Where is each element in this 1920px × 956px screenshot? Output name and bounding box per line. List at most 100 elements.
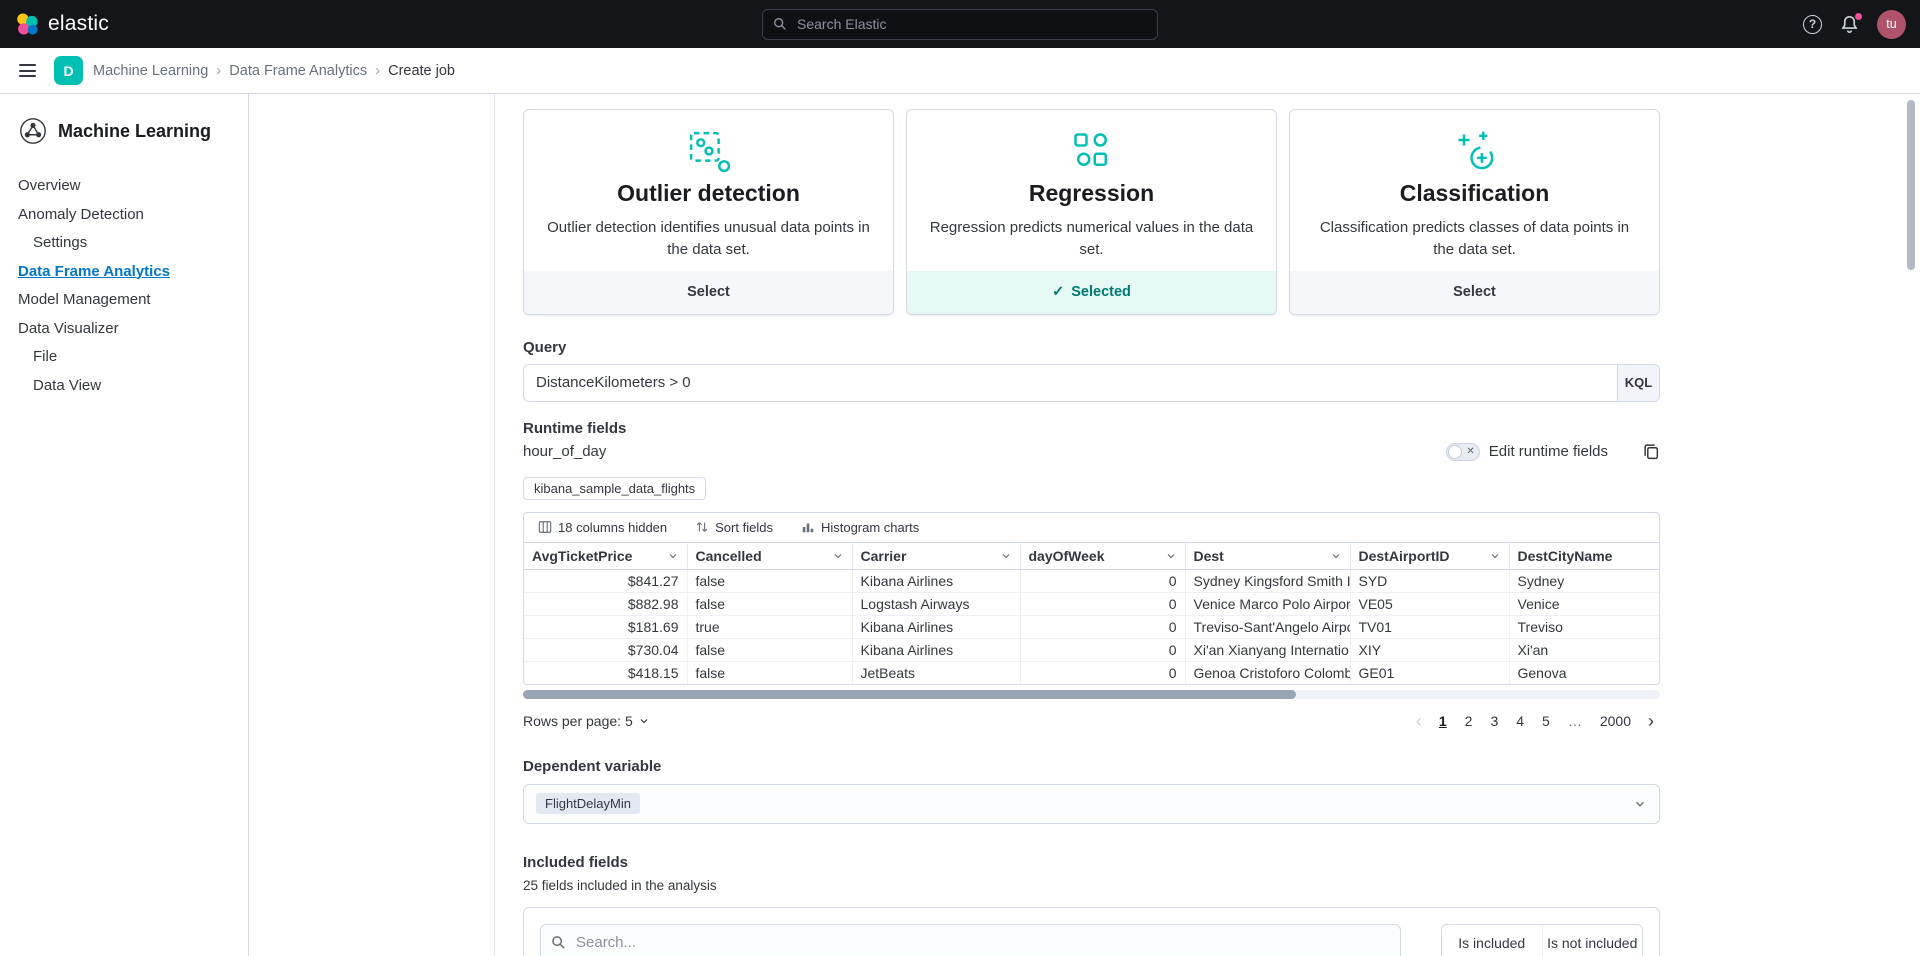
kql-button[interactable]: KQL — [1617, 365, 1659, 401]
edit-runtime-fields-label[interactable]: Edit runtime fields — [1489, 443, 1608, 460]
included-fields-panel: Is included Is not included Field name M… — [523, 907, 1660, 956]
vertical-scrollbar[interactable] — [1907, 100, 1915, 270]
next-page-icon[interactable]: › — [1642, 711, 1660, 732]
grid-cell[interactable]: true — [687, 615, 852, 638]
prev-page-icon[interactable]: ‹ — [1410, 711, 1428, 732]
grid-cell[interactable]: Logstash Airways — [852, 592, 1020, 615]
horizontal-scrollbar[interactable] — [523, 690, 1660, 699]
grid-cell[interactable]: Kibana Airlines — [852, 638, 1020, 661]
menu-icon[interactable] — [10, 54, 44, 88]
is-included-filter-button[interactable]: Is included — [1442, 925, 1542, 956]
grid-cell[interactable]: $730.04 — [524, 638, 687, 661]
query-input[interactable] — [524, 365, 1659, 401]
grid-cell[interactable]: Sydney — [1509, 569, 1660, 592]
sidebar-item-overview[interactable]: Overview — [18, 172, 236, 201]
sort-icon — [695, 520, 709, 534]
columns-hidden-button[interactable]: 18 columns hidden — [534, 518, 671, 537]
page-button-3[interactable]: 3 — [1483, 711, 1505, 731]
breadcrumb-data-frame-analytics[interactable]: Data Frame Analytics — [229, 63, 367, 79]
card-title: Classification — [1310, 180, 1639, 207]
grid-cell[interactable]: Kibana Airlines — [852, 615, 1020, 638]
grid-cell[interactable]: false — [687, 569, 852, 592]
grid-cell[interactable]: XIY — [1350, 638, 1509, 661]
sidebar-item-anomaly-detection[interactable]: Anomaly Detection — [18, 201, 236, 230]
column-header-avgticketprice[interactable]: AvgTicketPrice — [524, 542, 687, 569]
scrollbar-thumb[interactable] — [523, 690, 1296, 699]
column-header-carrier[interactable]: Carrier — [852, 542, 1020, 569]
grid-cell[interactable]: false — [687, 661, 852, 684]
help-icon[interactable]: ? — [1803, 15, 1822, 34]
dependent-variable-select[interactable]: FlightDelayMin — [523, 784, 1660, 824]
grid-cell[interactable]: Kibana Airlines — [852, 569, 1020, 592]
sidebar-item-data-view[interactable]: Data View — [18, 372, 236, 401]
page-button-2[interactable]: 2 — [1458, 711, 1480, 731]
grid-cell[interactable]: $181.69 — [524, 615, 687, 638]
grid-cell[interactable]: Treviso-Sant'Angelo Airport — [1185, 615, 1350, 638]
copy-icon[interactable] — [1643, 443, 1660, 460]
elastic-logo[interactable]: elastic — [14, 11, 109, 37]
is-not-included-filter-button[interactable]: Is not included — [1542, 925, 1643, 956]
grid-cell[interactable]: 0 — [1020, 592, 1185, 615]
page-button-1[interactable]: 1 — [1432, 711, 1454, 731]
avatar[interactable]: tu — [1877, 10, 1906, 39]
breadcrumb-machine-learning[interactable]: Machine Learning — [93, 63, 208, 79]
grid-cell[interactable]: TV01 — [1350, 615, 1509, 638]
fields-search[interactable] — [540, 924, 1401, 956]
grid-cell[interactable]: 0 — [1020, 638, 1185, 661]
page-button-4[interactable]: 4 — [1509, 711, 1531, 731]
grid-cell[interactable]: SYD — [1350, 569, 1509, 592]
select-outlier-detection-button[interactable]: Select — [524, 271, 893, 314]
sidebar-item-file[interactable]: File — [18, 343, 236, 372]
histogram-charts-button[interactable]: Histogram charts — [797, 518, 923, 537]
notifications-bell-icon[interactable] — [1840, 15, 1859, 34]
sidebar-item-data-frame-analytics[interactable]: Data Frame Analytics — [18, 258, 236, 287]
sidebar-item-data-visualizer[interactable]: Data Visualizer — [18, 315, 236, 344]
grid-cell[interactable]: false — [687, 638, 852, 661]
grid-cell[interactable]: JetBeats — [852, 661, 1020, 684]
column-header-dest[interactable]: Dest — [1185, 542, 1350, 569]
machine-learning-icon — [18, 116, 48, 146]
sidebar-item-model-management[interactable]: Model Management — [18, 286, 236, 315]
grid-cell[interactable]: 0 — [1020, 615, 1185, 638]
grid-cell[interactable]: GE01 — [1350, 661, 1509, 684]
page-ellipsis: … — [1561, 711, 1589, 731]
grid-cell[interactable]: false — [687, 592, 852, 615]
grid-cell[interactable]: Venice — [1509, 592, 1660, 615]
page-button-5[interactable]: 5 — [1535, 711, 1557, 731]
query-bar: KQL — [523, 364, 1660, 402]
edit-runtime-toggle[interactable]: ✕ — [1446, 443, 1480, 461]
grid-cell[interactable]: $418.15 — [524, 661, 687, 684]
dependent-variable-pill[interactable]: FlightDelayMin — [536, 793, 640, 814]
grid-cell[interactable]: $882.98 — [524, 592, 687, 615]
grid-cell[interactable]: $841.27 — [524, 569, 687, 592]
source-index-badge[interactable]: kibana_sample_data_flights — [523, 477, 706, 500]
column-header-destcityname[interactable]: DestCityName — [1509, 542, 1660, 569]
select-classification-button[interactable]: Select — [1290, 271, 1659, 314]
grid-cell[interactable]: 0 — [1020, 661, 1185, 684]
grid-cell[interactable]: 0 — [1020, 569, 1185, 592]
column-header-dayofweek[interactable]: dayOfWeek — [1020, 542, 1185, 569]
global-search[interactable] — [762, 9, 1158, 40]
grid-cell[interactable]: VE05 — [1350, 592, 1509, 615]
grid-cell[interactable]: Xi'an Xianyang Internatio... — [1185, 638, 1350, 661]
grid-cell[interactable]: Treviso — [1509, 615, 1660, 638]
sidebar-item-settings[interactable]: Settings — [18, 229, 236, 258]
column-header-cancelled[interactable]: Cancelled — [687, 542, 852, 569]
page-button-2000[interactable]: 2000 — [1593, 711, 1638, 731]
global-search-input[interactable] — [795, 15, 1147, 33]
regression-selected-button[interactable]: ✓ Selected — [907, 271, 1276, 314]
grid-cell[interactable]: Genoa Cristoforo Colomb... — [1185, 661, 1350, 684]
space-badge[interactable]: D — [54, 56, 83, 85]
grid-cell[interactable]: Sydney Kingsford Smith I... — [1185, 569, 1350, 592]
grid-cell[interactable]: Xi'an — [1509, 638, 1660, 661]
grid-cell[interactable]: Venice Marco Polo Airport — [1185, 592, 1350, 615]
chevron-down-icon — [1165, 550, 1177, 562]
rows-per-page-button[interactable]: Rows per page: 5 — [523, 713, 650, 729]
column-header-destairportid[interactable]: DestAirportID — [1350, 542, 1509, 569]
fields-search-input[interactable] — [574, 933, 1390, 952]
job-type-card-regression[interactable]: Regression Regression predicts numerical… — [906, 109, 1277, 315]
job-type-card-outlier-detection[interactable]: Outlier detection Outlier detection iden… — [523, 109, 894, 315]
job-type-card-classification[interactable]: Classification Classification predicts c… — [1289, 109, 1660, 315]
grid-cell[interactable]: Genova — [1509, 661, 1660, 684]
sort-fields-button[interactable]: Sort fields — [691, 518, 777, 537]
